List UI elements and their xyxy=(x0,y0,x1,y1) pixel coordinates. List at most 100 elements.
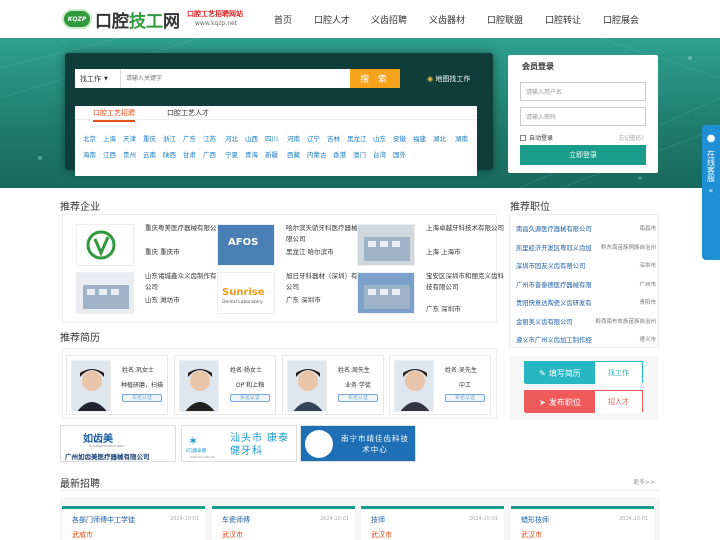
nav-alliance[interactable]: 口腔联盟 xyxy=(487,13,523,26)
position-row[interactable]: 遵义市广州义齿加工制作经 遵义市 xyxy=(516,335,656,344)
position-company[interactable]: 金丽美义齿有限公司 xyxy=(516,317,573,326)
nav-talent[interactable]: 口腔人才 xyxy=(314,13,350,26)
job-title[interactable]: 技师 xyxy=(371,515,385,525)
city-link[interactable]: 福建 xyxy=(413,133,426,143)
city-link[interactable]: 江苏 xyxy=(203,133,216,143)
city-link[interactable]: 青海 xyxy=(245,149,258,159)
city-link[interactable]: 新疆 xyxy=(265,149,278,159)
city-link[interactable]: 安徽 xyxy=(393,133,406,143)
city-link[interactable]: 浙江 xyxy=(163,133,176,143)
username-input[interactable]: 请输入用户名 xyxy=(520,82,646,101)
company-name[interactable]: 山东诸城鑫众义齿制作有限公司 xyxy=(145,271,225,293)
company-logo[interactable] xyxy=(357,224,415,266)
city-link[interactable]: 海南 xyxy=(83,149,96,159)
job-title[interactable]: 各部门师傅中工学徒 xyxy=(72,515,135,525)
post-job-button[interactable]: ➤ 发布职位 招人才 xyxy=(524,390,643,413)
city-link[interactable]: 辽宁 xyxy=(307,133,320,143)
city-link[interactable]: 广西 xyxy=(203,149,216,159)
online-service-float[interactable]: ● 在线客服 « xyxy=(702,125,720,260)
position-row[interactable]: 广州市普泰德医疗器械有限 广州市 xyxy=(516,280,656,289)
nav-equipment[interactable]: 义齿器材 xyxy=(429,13,465,26)
position-row[interactable]: 凯里经济开发区粤冠义齿加 黔东南苗族侗族自治州 xyxy=(516,243,656,252)
search-input[interactable] xyxy=(121,69,350,88)
city-link[interactable]: 重庆 xyxy=(143,133,156,143)
more-jobs-link[interactable]: 更多>> xyxy=(633,477,655,486)
job-card[interactable]: 蜡形技师 2024-10-01 武汉市 xyxy=(511,506,654,540)
company-logo[interactable]: Sunrise Dental Laboratory xyxy=(217,272,275,314)
city-link[interactable]: 西藏 xyxy=(287,149,300,159)
city-link[interactable]: 澳门 xyxy=(353,149,366,159)
ad-banner-kangtaijian[interactable]: ✶ KTJ康泰健 KANGTAI GROUP 汕头市 康泰健牙科 xyxy=(181,425,297,462)
company-logo[interactable] xyxy=(76,224,134,266)
city-link[interactable]: 山东 xyxy=(373,133,386,143)
position-company[interactable]: 广州市普泰德医疗器械有限 xyxy=(516,280,592,289)
city-link[interactable]: 香港 xyxy=(333,149,346,159)
nav-home[interactable]: 首页 xyxy=(274,13,292,26)
job-title[interactable]: 蜡形技师 xyxy=(521,515,549,525)
city-link[interactable]: 广东 xyxy=(183,133,196,143)
company-name[interactable]: 哈尔滨天骄牙科医疗器械有限公司 xyxy=(286,223,366,245)
nav-denture-jobs[interactable]: 义齿招聘 xyxy=(371,13,407,26)
company-logo[interactable] xyxy=(357,272,415,314)
position-row[interactable]: 贵阳快意达陶瓷义齿研发有 贵阳市 xyxy=(516,298,656,307)
city-link[interactable]: 天津 xyxy=(123,133,136,143)
position-company[interactable]: 遵义市广州义齿加工制作经 xyxy=(516,335,592,344)
remember-me[interactable]: 自动登录 xyxy=(520,133,553,142)
job-title[interactable]: 车瓷师傅 xyxy=(222,515,250,525)
city-link[interactable]: 国外 xyxy=(393,149,406,159)
tab-dental-jobs[interactable]: 口腔工艺招聘 xyxy=(93,108,135,122)
city-link[interactable]: 北京 xyxy=(83,133,96,143)
company-logo[interactable] xyxy=(76,272,134,314)
login-button[interactable]: 立即登录 xyxy=(520,145,646,165)
map-find-link[interactable]: ◉ 地图找工作 xyxy=(427,74,470,84)
company-name[interactable]: 重庆粤美医疗器械有限公司 xyxy=(145,223,225,234)
search-button[interactable]: 搜 索 xyxy=(350,69,400,88)
city-link[interactable]: 河北 xyxy=(225,133,238,143)
city-link[interactable]: 黑龙江 xyxy=(347,133,367,143)
position-row[interactable]: 金丽美义齿有限公司 黔西南布依族苗族自治州 xyxy=(516,317,656,326)
search-type-select[interactable]: 找工作 ▼ xyxy=(75,69,121,88)
resume-card[interactable]: 姓名:杨女士 OP 和上釉 实名认证 xyxy=(174,355,276,415)
city-link[interactable]: 湖南 xyxy=(455,133,468,143)
city-link[interactable]: 贵州 xyxy=(123,149,136,159)
ad-banner-ruchimei[interactable]: 如齿美 GUANGZHOURUCHIMEI 广州如齿美医疗器械有限公司 xyxy=(60,425,176,462)
resume-card[interactable]: 姓名:吴先生 中工 实名认证 xyxy=(389,355,491,415)
city-link[interactable]: 上海 xyxy=(103,133,116,143)
ad-banner-jingjia[interactable]: 南宁市靖佳齿科技术中心 xyxy=(300,425,416,462)
position-company[interactable]: 南昌久源医疗器械有限公司 xyxy=(516,224,592,233)
city-link[interactable]: 江西 xyxy=(103,149,116,159)
fill-resume-button[interactable]: ✎ 填写简历 找工作 xyxy=(524,361,643,384)
city-link[interactable]: 台湾 xyxy=(373,149,386,159)
resume-card[interactable]: 姓名:巩女士 种植研磨，扫描 实名认证 xyxy=(66,355,168,415)
tab-dental-talent[interactable]: 口腔工艺人才 xyxy=(167,108,209,118)
resume-card[interactable]: 姓名:周先生 业务 学徒 实名认证 xyxy=(282,355,384,415)
city-link[interactable]: 湖北 xyxy=(433,133,446,143)
city-link[interactable]: 陕西 xyxy=(163,149,176,159)
position-company[interactable]: 凯里经济开发区粤冠义齿加 xyxy=(516,243,592,252)
remember-checkbox[interactable] xyxy=(520,134,526,141)
company-name[interactable]: 上海卓越牙科技术有限公司 xyxy=(426,223,506,234)
site-logo[interactable]: KQZP 口腔技工网 xyxy=(62,7,180,32)
position-row[interactable]: 深圳市固友义齿有限公司 深圳市 xyxy=(516,261,656,270)
password-input[interactable]: 请输入密码 xyxy=(520,107,646,126)
position-company[interactable]: 贵阳快意达陶瓷义齿研发有 xyxy=(516,298,592,307)
position-company[interactable]: 深圳市固友义齿有限公司 xyxy=(516,261,585,270)
city-link[interactable]: 宁夏 xyxy=(225,149,238,159)
position-row[interactable]: 南昌久源医疗器械有限公司 南昌市 xyxy=(516,224,656,233)
nav-transfer[interactable]: 口腔转让 xyxy=(545,13,581,26)
city-link[interactable]: 云南 xyxy=(143,149,156,159)
nav-expo[interactable]: 口腔展会 xyxy=(603,13,639,26)
forgot-password-link[interactable]: 忘记密码？ xyxy=(619,134,647,142)
city-link[interactable]: 吉林 xyxy=(327,133,340,143)
city-link[interactable]: 河南 xyxy=(287,133,300,143)
company-logo[interactable]: AFOS xyxy=(217,224,275,266)
job-card[interactable]: 各部门师傅中工学徒 2024-10-01 武威市 xyxy=(62,506,205,540)
job-card[interactable]: 技师 2024-10-01 武汉市 xyxy=(361,506,504,540)
job-card[interactable]: 车瓷师傅 2024-10-01 武汉市 xyxy=(212,506,355,540)
city-link[interactable]: 四川 xyxy=(265,133,278,143)
company-name[interactable]: 宝安区深圳市和丽克义齿科技有限公司 xyxy=(426,271,506,293)
city-link[interactable]: 内蒙古 xyxy=(307,149,327,159)
city-link[interactable]: 甘肃 xyxy=(183,149,196,159)
city-link[interactable]: 山西 xyxy=(245,133,258,143)
company-name[interactable]: 旭日牙科器材（深圳）有限公司 xyxy=(286,271,366,293)
